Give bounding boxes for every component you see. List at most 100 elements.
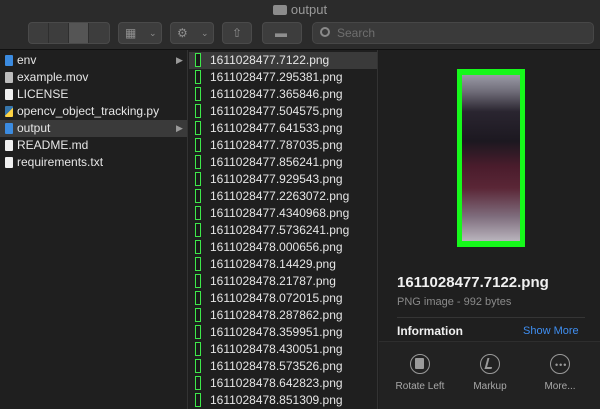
image-thumbnail-icon (195, 274, 201, 288)
file-list-item[interactable]: 1611028477.7122.png (189, 52, 377, 69)
file-list-item[interactable]: 1611028477.295381.png (189, 69, 377, 86)
file-name: 1611028477.856241.png (210, 155, 343, 169)
image-thumbnail-icon (195, 308, 201, 322)
file-name: 1611028477.4340968.png (210, 206, 350, 220)
file-name: 1611028477.7122.png (210, 53, 330, 67)
share-button[interactable]: ⇧ (222, 22, 252, 44)
list-item[interactable]: opencv_object_tracking.py (0, 103, 187, 120)
image-preview (457, 69, 525, 247)
list-item[interactable]: LICENSE (0, 86, 187, 103)
file-name: 1611028478.072015.png (210, 291, 343, 305)
more-actions-label: More... (544, 381, 576, 392)
list-item-label: LICENSE (17, 87, 69, 101)
file-list-item[interactable]: 1611028478.851309.png (189, 392, 377, 409)
image-thumbnail-icon (195, 376, 201, 390)
toolbar: output ▦ ⌄ ⚙ ⌄ ⇧ ▬ (0, 0, 600, 50)
document-icon (5, 140, 13, 151)
file-list-item[interactable]: 1611028478.21787.png (189, 273, 377, 290)
file-name: 1611028477.929543.png (210, 172, 343, 186)
folder-icon (5, 123, 13, 134)
preview-pane: 1611028477.7122.png PNG image - 992 byte… (379, 50, 600, 409)
file-list-item[interactable]: 1611028477.5736241.png (189, 222, 377, 239)
view-mode-segmented-control[interactable] (28, 22, 110, 44)
list-item-label: opencv_object_tracking.py (17, 104, 160, 118)
file-name: 1611028477.787035.png (210, 138, 343, 152)
file-name: 1611028477.2263072.png (210, 189, 350, 203)
file-list-item[interactable]: 1611028477.2263072.png (189, 188, 377, 205)
file-name: 1611028478.642823.png (210, 376, 343, 390)
image-thumbnail-icon (195, 172, 201, 186)
rotate-left-button[interactable]: Rotate Left (385, 354, 455, 392)
file-list-item[interactable]: 1611028477.787035.png (189, 137, 377, 154)
finder-column-output[interactable]: 1611028477.7122.png 1611028477.295381.png… (189, 50, 378, 409)
column-view-button[interactable] (69, 23, 89, 43)
image-thumbnail-icon (195, 240, 201, 254)
gallery-view-button[interactable] (89, 23, 109, 43)
folder-icon (272, 5, 287, 15)
file-name: 1611028477.504575.png (210, 104, 343, 118)
image-thumbnail-icon (195, 70, 201, 84)
information-heading: Information (397, 324, 463, 338)
divider (397, 317, 585, 318)
chevron-down-icon: ⌄ (201, 28, 209, 38)
search-field[interactable] (312, 22, 594, 44)
list-item-label: env (17, 53, 37, 67)
image-thumbnail-icon (195, 223, 201, 237)
list-item-label: README.md (17, 138, 89, 152)
file-list-item[interactable]: 1611028478.642823.png (189, 375, 377, 392)
grid-icon: ▦ (125, 26, 137, 40)
list-item[interactable]: example.mov (0, 69, 187, 86)
file-list-item[interactable]: 1611028478.000656.png (189, 239, 377, 256)
markup-button[interactable]: Markup (455, 354, 525, 392)
file-list-item[interactable]: 1611028477.504575.png (189, 103, 377, 120)
tag-icon: ▬ (275, 26, 287, 40)
icon-view-button[interactable] (29, 23, 49, 43)
markup-label: Markup (473, 381, 507, 392)
list-item-label: example.mov (17, 70, 89, 84)
action-menu-button[interactable]: ⚙ ⌄ (170, 22, 214, 44)
list-item-label: output (17, 121, 51, 135)
list-item[interactable]: output ▶ (0, 120, 187, 137)
file-name: 1611028478.573526.png (210, 359, 343, 373)
quick-actions-bar: Rotate Left Markup ••• More... (379, 341, 600, 409)
file-name: 1611028478.000656.png (210, 240, 343, 254)
share-icon: ⇧ (232, 26, 243, 40)
file-name: 1611028477.365846.png (210, 87, 343, 101)
tags-button[interactable]: ▬ (262, 22, 302, 44)
list-item-label: requirements.txt (17, 155, 104, 169)
file-list-item[interactable]: 1611028477.4340968.png (189, 205, 377, 222)
more-actions-button[interactable]: ••• More... (525, 354, 595, 392)
file-list-item[interactable]: 1611028478.287862.png (189, 307, 377, 324)
file-name: 1611028478.21787.png (210, 274, 336, 288)
file-list-item[interactable]: 1611028478.359951.png (189, 324, 377, 341)
file-list-item[interactable]: 1611028477.365846.png (189, 86, 377, 103)
image-thumbnail-icon (195, 138, 201, 152)
show-more-link[interactable]: Show More (523, 325, 579, 337)
file-name: 1611028478.851309.png (210, 393, 343, 407)
image-thumbnail-icon (195, 53, 201, 67)
finder-column-parent[interactable]: env ▶ example.mov LICENSE opencv_object_trac… (0, 50, 188, 409)
list-item[interactable]: requirements.txt (0, 154, 187, 171)
document-icon (5, 89, 13, 100)
file-list-item[interactable]: 1611028478.14429.png (189, 256, 377, 273)
file-name: 1611028477.295381.png (210, 70, 343, 84)
group-by-button[interactable]: ▦ ⌄ (118, 22, 162, 44)
list-item[interactable]: README.md (0, 137, 187, 154)
image-thumbnail-icon (195, 393, 201, 407)
image-thumbnail-icon (195, 359, 201, 373)
file-list-item[interactable]: 1611028477.856241.png (189, 154, 377, 171)
list-view-button[interactable] (49, 23, 69, 43)
document-icon (5, 157, 13, 168)
search-icon (320, 27, 330, 37)
file-list-item[interactable]: 1611028478.430051.png (189, 341, 377, 358)
file-list-item[interactable]: 1611028477.641533.png (189, 120, 377, 137)
file-list-item[interactable]: 1611028477.929543.png (189, 171, 377, 188)
image-thumbnail-icon (195, 155, 201, 169)
file-list-item[interactable]: 1611028478.573526.png (189, 358, 377, 375)
search-input[interactable] (337, 25, 587, 41)
list-item[interactable]: env ▶ (0, 52, 187, 69)
markup-icon (480, 354, 500, 374)
file-list-item[interactable]: 1611028478.072015.png (189, 290, 377, 307)
folder-icon (5, 55, 13, 66)
file-name: 1611028478.14429.png (210, 257, 336, 271)
